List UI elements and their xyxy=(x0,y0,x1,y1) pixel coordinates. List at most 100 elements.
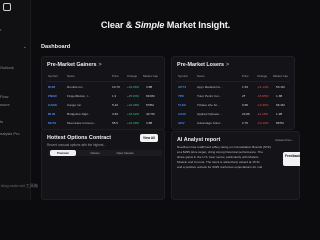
symbol-cell[interactable]: ADV xyxy=(178,121,185,125)
price-cell: 0.65 xyxy=(242,103,249,107)
gainers-table-header: Symbol Name Price Change Market Cap xyxy=(42,74,164,81)
symbol-cell[interactable]: BLIN xyxy=(48,112,55,116)
losers-card: Pre-Market Losers > Symbol Name Price Cha… xyxy=(171,56,295,130)
column-header: Market Cap xyxy=(273,74,288,78)
hero-title-post: Market Insight. xyxy=(164,20,231,30)
table-row[interactable]: APYX Apyx Medical Co... 1.53 -21.14% 53.… xyxy=(172,85,294,93)
table-row[interactable]: FNGR FingerMotion, I... 1.9 +25.83% 99.6… xyxy=(42,94,164,102)
table-row[interactable]: RUM Rumble Inc. 10.79 +49.86% 3.8B xyxy=(42,85,164,93)
name-cell: Tiziana Life Sc... xyxy=(197,103,220,107)
table-row[interactable]: BLIN Bridgeline Digit... 3.84 +18.52% 40… xyxy=(42,112,164,120)
column-header: Symbol xyxy=(178,74,188,78)
symbol-cell[interactable]: FNGR xyxy=(48,94,57,98)
gainers-title[interactable]: Pre-Market Gainers > xyxy=(47,62,102,68)
column-header: Change xyxy=(127,74,138,78)
tab-open-interest[interactable]: Open Interest xyxy=(112,150,138,156)
table-row[interactable]: ADV Advantage Solut... 2.75 -10.12% 887M xyxy=(172,121,294,129)
price-cell: 1.9 xyxy=(112,94,117,98)
symbol-cell[interactable]: RUM xyxy=(48,85,55,89)
cap-cell: 576M xyxy=(146,103,154,107)
name-cell: Rumble Inc. xyxy=(67,85,84,89)
feedback-button[interactable]: Feedback xyxy=(283,152,300,166)
change-cell: -15.05% xyxy=(257,94,269,98)
symbol-cell[interactable]: MLTX xyxy=(48,121,56,125)
table-row[interactable]: AAOI Applied Optoele... 24.86 -11.25% 1.… xyxy=(172,112,294,120)
chevron-down-icon[interactable]: ⌄ xyxy=(23,44,27,50)
cap-cell: 3.8B xyxy=(146,121,153,125)
divider xyxy=(46,81,160,82)
sidebar-item[interactable]: Outlook xyxy=(0,65,14,70)
hero-banner: Clear & Simple Market Insight. xyxy=(31,0,300,40)
name-cell: Advantage Solut... xyxy=(197,121,223,125)
table-row[interactable]: MLTX MoonLake Immuno... 55.5 +16.08% 3.8… xyxy=(42,121,164,129)
options-title: Hottest Options Contract xyxy=(47,135,112,141)
options-description: Recent unusual options with the highest.… xyxy=(47,143,107,147)
tab-volume[interactable]: Volume xyxy=(82,150,108,156)
price-cell: 55.5 xyxy=(112,121,119,125)
sidebar-item[interactable]: ssure xyxy=(0,102,10,107)
losers-table-header: Symbol Name Price Change Market Cap xyxy=(172,74,294,81)
hero-title: Clear & Simple Market Insight. xyxy=(31,20,300,30)
price-cell: 2.75 xyxy=(242,121,249,125)
price-cell: 1.53 xyxy=(242,85,249,89)
price-cell: 10.79 xyxy=(112,85,120,89)
watermark: blog.csdn.net 工具箱 xyxy=(1,183,38,188)
tab-premium[interactable]: Premium xyxy=(50,150,76,156)
chevron-right-icon[interactable]: > xyxy=(98,62,101,68)
name-cell: FingerMotion, I... xyxy=(67,94,91,98)
table-row[interactable]: TLSA Tiziana Life Sc... 0.65 -13.36% 66.… xyxy=(172,103,294,111)
name-cell: Cango Inc. xyxy=(67,103,82,107)
symbol-cell[interactable]: AAOI xyxy=(178,112,186,116)
ai-report-title: AI Analyst report xyxy=(177,137,221,143)
symbol-cell[interactable]: APYX xyxy=(178,85,186,89)
gainers-title-text: Pre-Market Gainers xyxy=(47,62,97,68)
price-cell: 3.84 xyxy=(112,112,119,116)
column-header: Change xyxy=(257,74,268,78)
chevron-right-icon[interactable]: > xyxy=(226,62,229,68)
losers-title-text: Pre-Market Losers xyxy=(177,62,225,68)
hero-title-pre: Clear & xyxy=(100,20,135,30)
cap-cell: 40.7M xyxy=(146,112,155,116)
options-card: Hottest Options Contract View All Recent… xyxy=(41,129,165,200)
page-title: Dashboard xyxy=(41,44,71,50)
sidebar-item[interactable]: r xyxy=(0,27,1,32)
symbol-cell[interactable]: TLSA xyxy=(178,103,186,107)
symbol-cell[interactable]: CANG xyxy=(48,103,57,107)
price-cell: 25 xyxy=(242,94,246,98)
change-cell: +18.52% xyxy=(127,112,140,116)
sidebar-item[interactable]: ts xyxy=(0,119,3,124)
symbol-cell[interactable]: TPC xyxy=(178,94,184,98)
change-cell: +16.08% xyxy=(127,121,140,125)
cap-cell: 99.6M xyxy=(146,94,155,98)
ai-report-updated: Updated Dec... xyxy=(274,138,294,142)
cap-cell: 53.1M xyxy=(276,85,285,89)
sidebar: ⌄ r Outlook Flow ssure ts nalysis Pro xyxy=(0,0,31,200)
table-row[interactable]: CANG Cango Inc. 5.43 +19.08% 576M xyxy=(42,103,164,111)
cap-cell: 66.4M xyxy=(276,103,285,107)
cap-cell: 3.8B xyxy=(146,85,153,89)
column-header: Symbol xyxy=(48,74,58,78)
price-cell: 5.43 xyxy=(112,103,119,107)
options-tabs: Premium Volume Open Interest xyxy=(48,150,162,156)
table-row[interactable]: TPC Tutor Perini Cor... 25 -15.05% 1.3B xyxy=(172,94,294,102)
cap-cell: 1.2B xyxy=(276,112,283,116)
report-line: and a positive outlook for 2025 reinforc… xyxy=(177,165,263,169)
divider xyxy=(176,81,290,82)
cap-cell: 887M xyxy=(276,121,284,125)
cap-cell: 1.3B xyxy=(276,94,283,98)
losers-title[interactable]: Pre-Market Losers > xyxy=(177,62,229,68)
logo-icon xyxy=(3,3,11,11)
ai-report-card: AI Analyst report Updated Dec... Needham… xyxy=(171,131,300,200)
column-header: Price xyxy=(242,74,249,78)
change-cell: +49.86% xyxy=(127,85,140,89)
change-cell: -11.25% xyxy=(257,112,269,116)
change-cell: +25.83% xyxy=(127,94,140,98)
change-cell: -21.14% xyxy=(257,85,269,89)
name-cell: MoonLake Immuno... xyxy=(67,121,97,125)
change-cell: -13.36% xyxy=(257,103,269,107)
sidebar-item[interactable]: nalysis Pro xyxy=(0,131,20,136)
sidebar-item[interactable]: Flow xyxy=(0,94,8,99)
view-all-button[interactable]: View All xyxy=(139,134,158,142)
change-cell: +19.08% xyxy=(127,103,140,107)
change-cell: -10.12% xyxy=(257,121,269,125)
